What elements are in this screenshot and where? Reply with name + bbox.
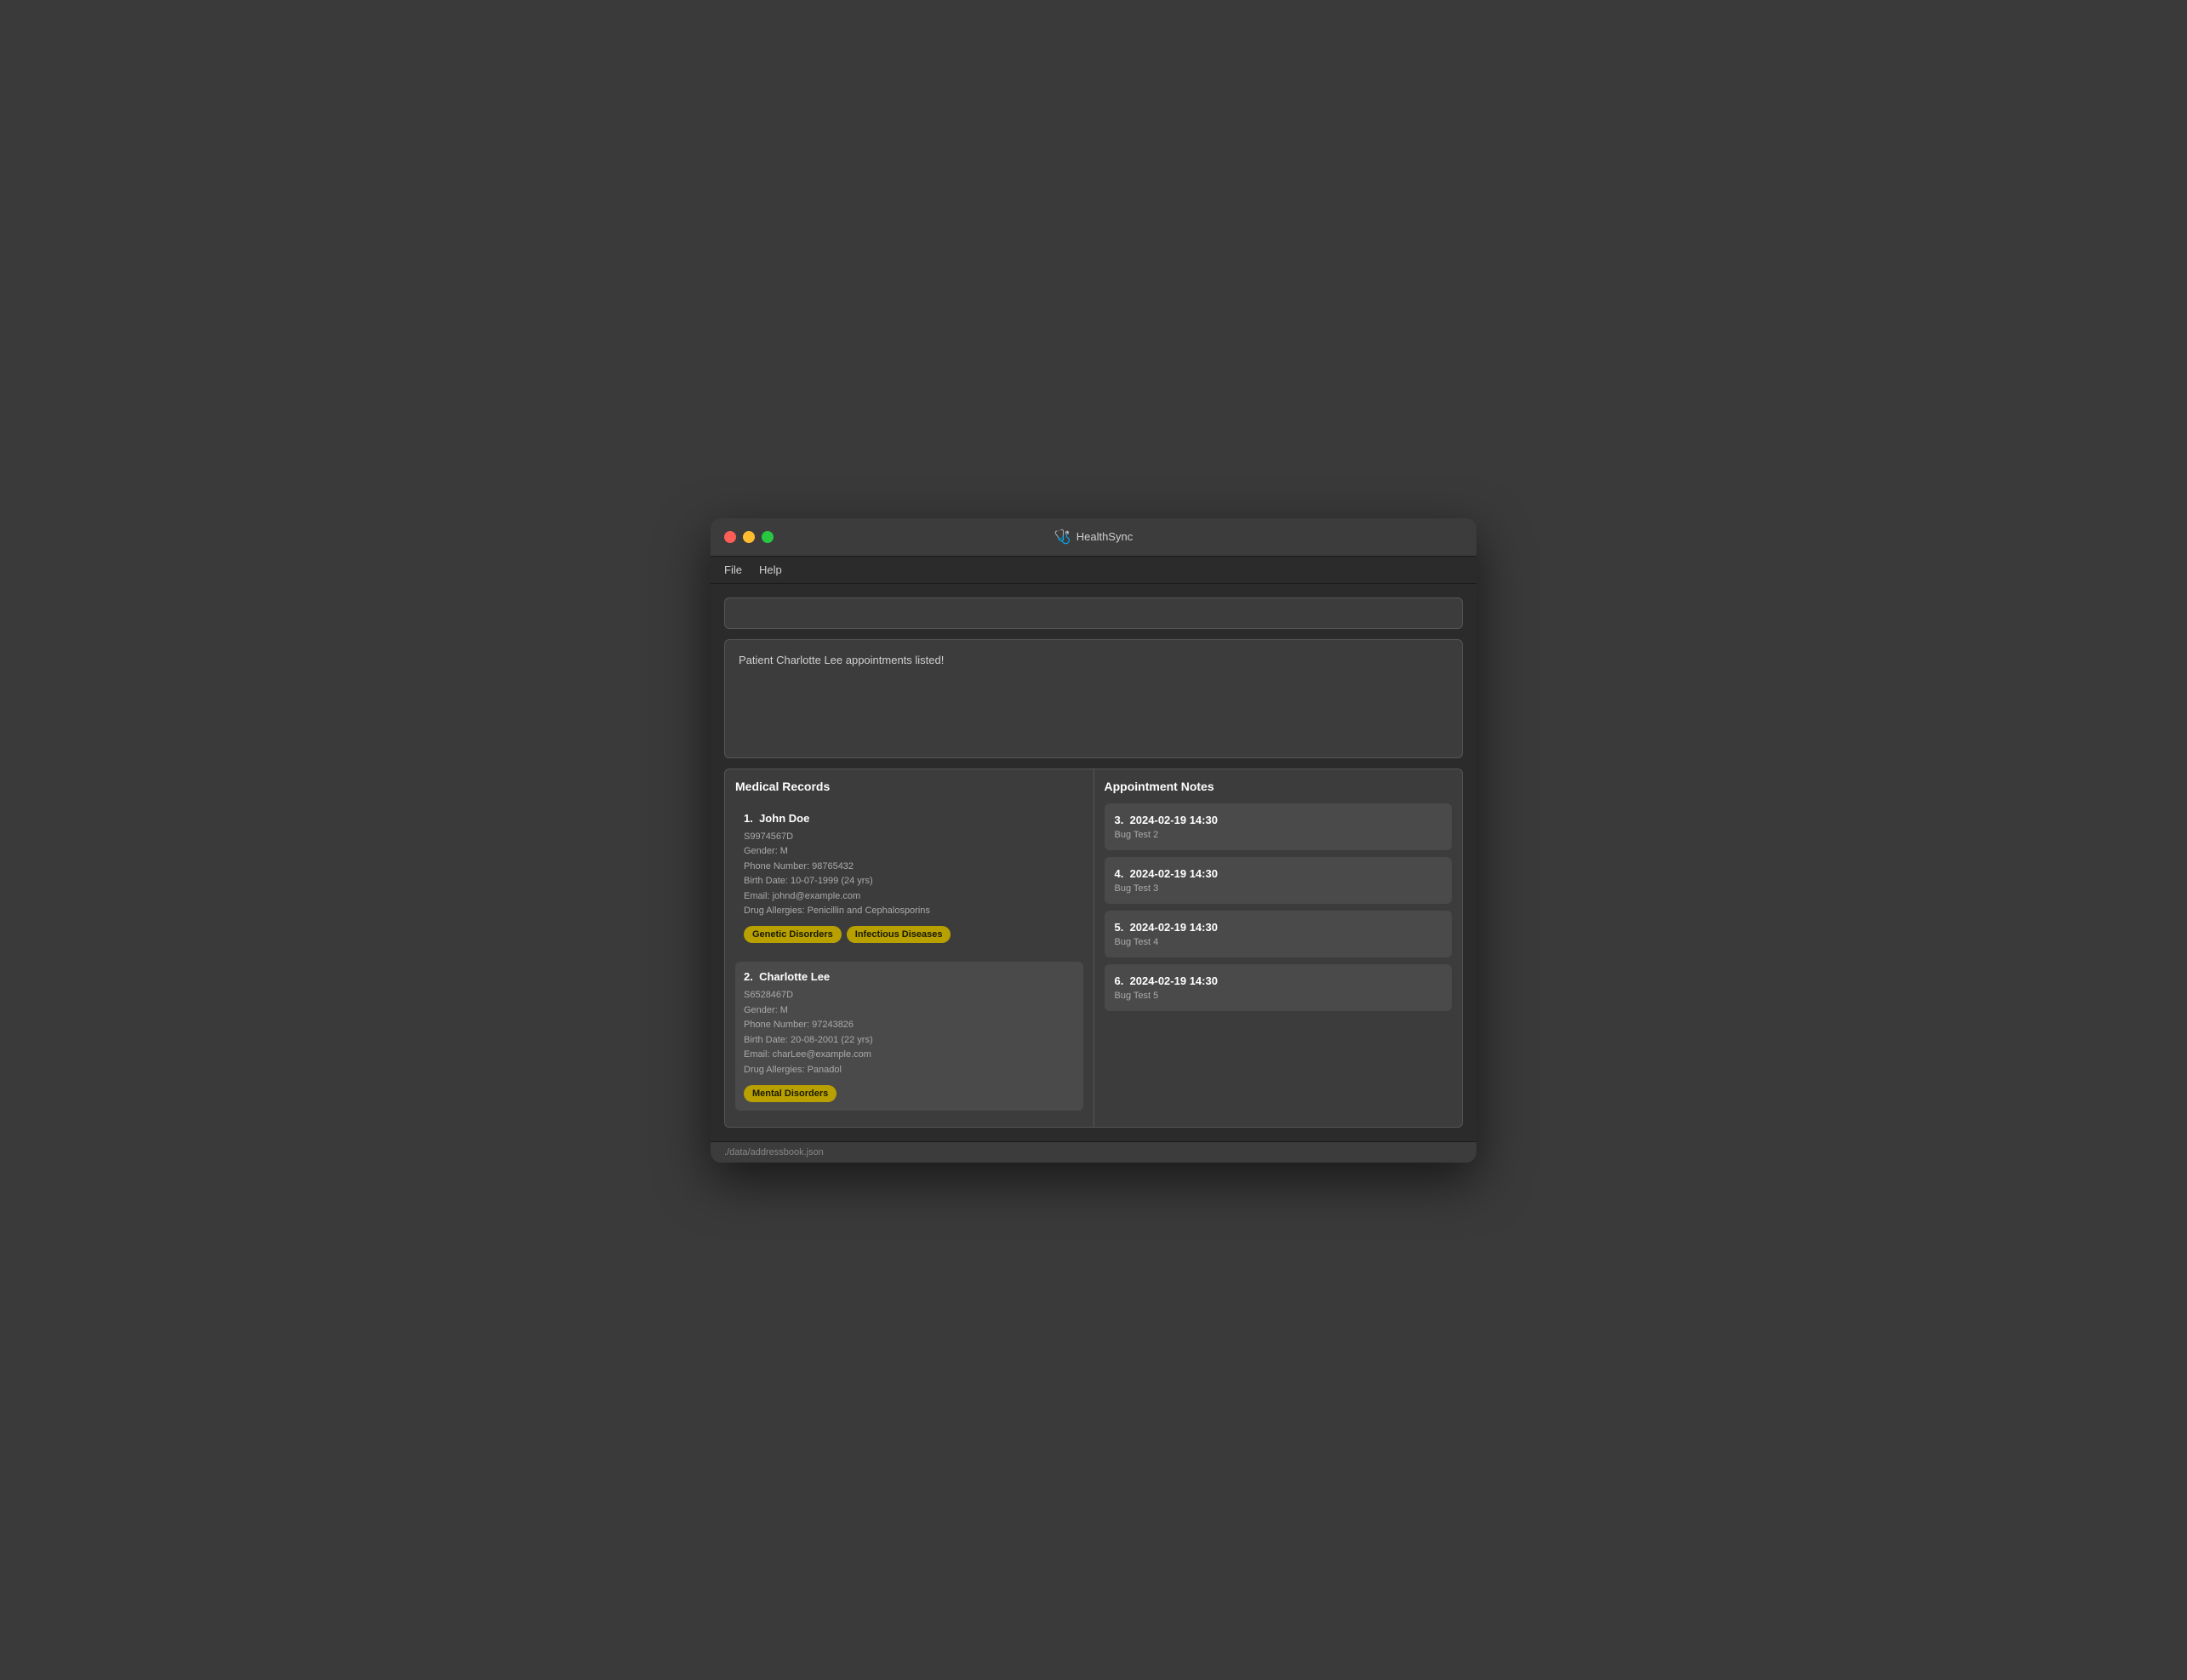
appointment-4-desc: Bug Test 3	[1115, 883, 1442, 894]
appointment-3-header: 3. 2024-02-19 14:30	[1115, 814, 1442, 826]
patient-1-name: 1. John Doe	[744, 812, 1075, 825]
appointment-item-5[interactable]: 5. 2024-02-19 14:30 Bug Test 4	[1105, 911, 1453, 957]
patient-1-phone: Phone Number: 98765432	[744, 860, 1075, 875]
app-title: 🩺 HealthSync	[1054, 529, 1133, 546]
notification-message: Patient Charlotte Lee appointments liste…	[739, 654, 944, 666]
patient-1-email: Email: johnd@example.com	[744, 889, 1075, 905]
app-icon: 🩺	[1054, 529, 1071, 546]
patient-record-3[interactable]: 3. Tristan Smith	[735, 1121, 1083, 1127]
close-button[interactable]	[724, 531, 736, 543]
maximize-button[interactable]	[762, 531, 774, 543]
menu-help[interactable]: Help	[759, 563, 782, 576]
patient-2-gender: Gender: M	[744, 1003, 1075, 1019]
appointment-item-6[interactable]: 6. 2024-02-19 14:30 Bug Test 5	[1105, 964, 1453, 1011]
appointment-6-desc: Bug Test 5	[1115, 991, 1442, 1001]
notification-box: Patient Charlotte Lee appointments liste…	[724, 639, 1463, 758]
patient-2-info: S6528467D Gender: M Phone Number: 972438…	[744, 988, 1075, 1078]
status-path: ./data/addressbook.json	[724, 1147, 824, 1157]
titlebar: 🩺 HealthSync	[711, 518, 1476, 557]
medical-records-panel: Medical Records 1. John Doe S9974567D Ge…	[725, 769, 1094, 1127]
appointment-3-desc: Bug Test 2	[1115, 830, 1442, 840]
patient-1-tags: Genetic Disorders Infectious Diseases	[744, 926, 1075, 943]
menu-file[interactable]: File	[724, 563, 742, 576]
appointment-4-header: 4. 2024-02-19 14:30	[1115, 867, 1442, 880]
patient-2-phone: Phone Number: 97243826	[744, 1018, 1075, 1033]
appointment-notes-panel: Appointment Notes 3. 2024-02-19 14:30 Bu…	[1094, 769, 1463, 1127]
menubar: File Help	[711, 557, 1476, 584]
minimize-button[interactable]	[743, 531, 755, 543]
tag-genetic-disorders: Genetic Disorders	[744, 926, 842, 943]
patient-1-gender: Gender: M	[744, 844, 1075, 860]
patient-1-allergies: Drug Allergies: Penicillin and Cephalosp…	[744, 904, 1075, 919]
window-controls	[724, 531, 774, 543]
patient-2-name: 2. Charlotte Lee	[744, 970, 1075, 983]
patient-1-id: S9974567D	[744, 830, 1075, 845]
status-bar: ./data/addressbook.json	[711, 1141, 1476, 1163]
search-input[interactable]	[724, 597, 1463, 629]
patient-record-1[interactable]: 1. John Doe S9974567D Gender: M Phone Nu…	[735, 803, 1083, 952]
records-container: Medical Records 1. John Doe S9974567D Ge…	[724, 769, 1463, 1128]
app-window: 🩺 HealthSync File Help Patient Charlotte…	[711, 518, 1476, 1163]
app-title-text: HealthSync	[1076, 530, 1133, 543]
patient-2-id: S6528467D	[744, 988, 1075, 1003]
appointment-5-desc: Bug Test 4	[1115, 937, 1442, 947]
tag-infectious-diseases: Infectious Diseases	[847, 926, 951, 943]
tag-mental-disorders: Mental Disorders	[744, 1085, 837, 1102]
appointment-item-3[interactable]: 3. 2024-02-19 14:30 Bug Test 2	[1105, 803, 1453, 850]
patient-2-dob: Birth Date: 20-08-2001 (22 yrs)	[744, 1033, 1075, 1049]
appointment-5-header: 5. 2024-02-19 14:30	[1115, 921, 1442, 934]
appointment-notes-title: Appointment Notes	[1105, 780, 1453, 793]
patient-2-allergies: Drug Allergies: Panadol	[744, 1063, 1075, 1078]
appointment-6-header: 6. 2024-02-19 14:30	[1115, 974, 1442, 987]
medical-records-title: Medical Records	[735, 780, 1083, 793]
main-content: Patient Charlotte Lee appointments liste…	[711, 584, 1476, 1141]
patient-record-2[interactable]: 2. Charlotte Lee S6528467D Gender: M Pho…	[735, 962, 1083, 1111]
patient-2-email: Email: charLee@example.com	[744, 1048, 1075, 1063]
patient-1-info: S9974567D Gender: M Phone Number: 987654…	[744, 830, 1075, 920]
patient-2-tags: Mental Disorders	[744, 1085, 1075, 1102]
appointment-item-4[interactable]: 4. 2024-02-19 14:30 Bug Test 3	[1105, 857, 1453, 904]
patient-1-dob: Birth Date: 10-07-1999 (24 yrs)	[744, 874, 1075, 889]
